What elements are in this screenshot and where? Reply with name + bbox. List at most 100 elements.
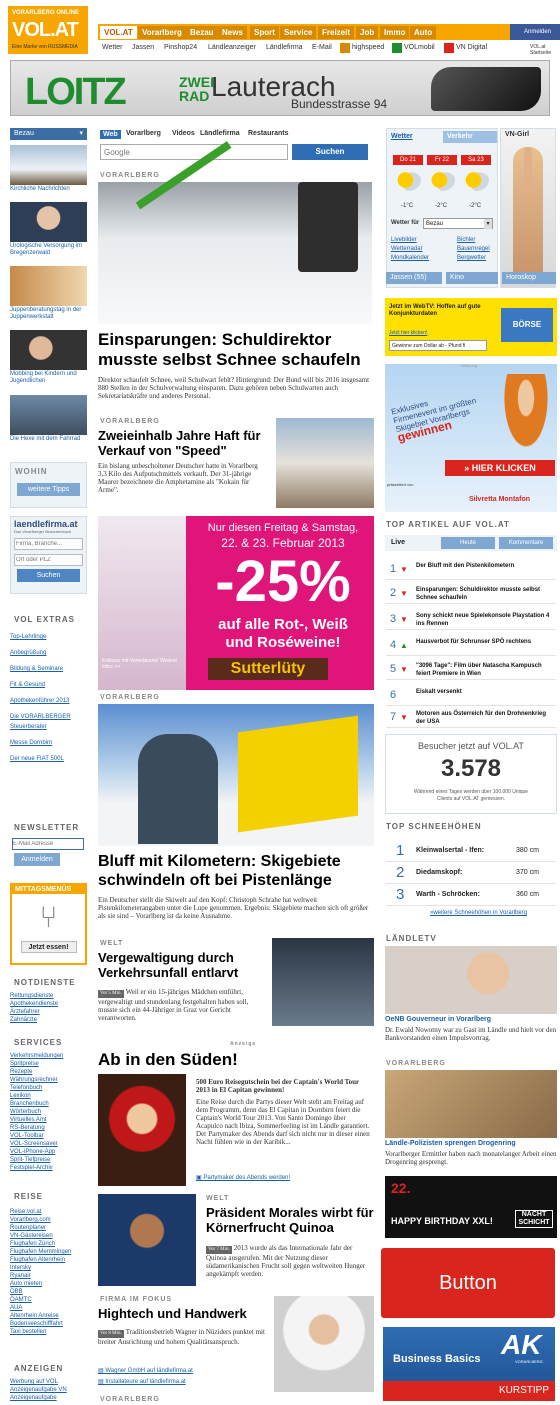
weather-place-select[interactable]: Bezau ▾: [423, 218, 493, 229]
reise-link[interactable]: Flughafen Altenrhein: [10, 1256, 87, 1264]
subnav-email[interactable]: E-Mail: [312, 44, 332, 51]
laendletv-headline[interactable]: OeNB Gouverneur in Vorarlberg: [385, 1016, 491, 1023]
top-article-row[interactable]: 5 ▼ "3096 Tage": Film über Natascha Kampus…: [386, 660, 556, 680]
services-link[interactable]: Währungsrechner: [10, 1076, 87, 1084]
services-link[interactable]: Spritpreise: [10, 1060, 87, 1068]
article-title[interactable]: Ab in den Süden!: [98, 1050, 374, 1069]
services-link[interactable]: VOL-iPhone-App: [10, 1148, 87, 1156]
weather-link[interactable]: Bauernregel: [457, 246, 490, 252]
reise-link[interactable]: Ryanair: [10, 1272, 87, 1280]
notdienste-link[interactable]: Zahnärzte: [10, 1016, 87, 1024]
newsletter-button[interactable]: Anmelden: [14, 853, 60, 866]
services-link[interactable]: Lexikon: [10, 1092, 87, 1100]
reise-link[interactable]: AUA: [10, 1304, 87, 1312]
top-tab-live[interactable]: Live: [391, 539, 405, 546]
article-title[interactable]: Bluff mit Kilometern: Skigebiete schwind…: [98, 852, 378, 890]
article-title[interactable]: Zweieinhalb Jahre Haft für Verkauf von "…: [98, 428, 268, 458]
extras-link[interactable]: Der neue FIAT 500L: [10, 754, 87, 764]
tab-sport[interactable]: Sport: [250, 26, 279, 39]
firma-input[interactable]: [14, 538, 83, 550]
weather-tab[interactable]: Wetter: [387, 131, 413, 143]
top-article-row[interactable]: 3 ▼ Sony schickt neue Spielekonsole Playst…: [386, 610, 556, 630]
reise-link[interactable]: Taxi bestellen: [10, 1328, 87, 1336]
weather-link[interactable]: Livebilder: [391, 237, 417, 243]
drugs-weapons-image[interactable]: [385, 1070, 557, 1138]
tab-freizeit[interactable]: Freizeit: [318, 26, 355, 39]
tab-service[interactable]: Service: [280, 26, 317, 39]
nachtschicht-ad[interactable]: 22. HAPPY BIRTHDAY XXL! NACHT SCHICHT: [385, 1176, 557, 1238]
top-article-row[interactable]: 7 ▼ Motoren aus Österreich für den Drohnen…: [386, 708, 556, 728]
snow-row[interactable]: 2 Diedamskopf: 370 cm: [386, 862, 556, 884]
ort-input[interactable]: [14, 554, 83, 566]
left-thumb[interactable]: Urologische Versorgung im Bregenzerwald: [10, 202, 87, 257]
extras-link[interactable]: Bildung & Seminare: [10, 664, 87, 674]
vol-logo[interactable]: VORARLBERG ONLINE VOL.AT Eine Marke von …: [8, 6, 88, 54]
services-link[interactable]: Virtuelles Amt: [10, 1116, 87, 1124]
left-thumb[interactable]: Juppenberatungstag in der Juppenwerkstat…: [10, 266, 87, 321]
subnav-laendlefirma[interactable]: Ländlefirma: [266, 44, 303, 51]
sutterluety-ad[interactable]: Nur diesen Freitag & Samstag, 22. & 23. …: [98, 516, 374, 690]
reise-link[interactable]: Reise.vol.at: [10, 1208, 87, 1216]
reise-link[interactable]: ÖBB: [10, 1288, 87, 1296]
snow-row[interactable]: 1 Kleinwalsertal - Ifen: 380 cm: [386, 840, 556, 862]
snow-row[interactable]: 3 Warth - Schröcken: 360 cm: [386, 884, 556, 906]
region-select[interactable]: Bezau ▾: [10, 128, 87, 140]
anzeigen-link[interactable]: Anzeigenaufgabe: [10, 1394, 87, 1402]
top-tab-kommentare[interactable]: Kommentare: [499, 537, 553, 549]
services-link[interactable]: Sprit-Tiefpreise: [10, 1156, 87, 1164]
wagner-link[interactable]: ▤ Wagner GmbH auf ländlefirma.at: [98, 1367, 193, 1374]
snow-shovel-image[interactable]: [98, 141, 372, 324]
vbg-headline[interactable]: Ländle-Polizisten sprengen Drogenring: [385, 1140, 516, 1147]
article-title[interactable]: Vergewaltigung durch Verkehrsunfall entl…: [98, 950, 268, 980]
installateure-link[interactable]: ▤ Installateure auf ländlefirma.at: [98, 1378, 186, 1385]
article-title[interactable]: Hightech und Handwerk: [98, 1306, 268, 1321]
subnav-startseite[interactable]: VOL.at Startseite: [530, 44, 560, 56]
services-link[interactable]: Wörterbuch: [10, 1108, 87, 1116]
subnav-highspeed[interactable]: highspeed: [352, 44, 384, 51]
mittagsmenue-box[interactable]: MITTAGSMENÜS ⑂ Jetzt essen!: [10, 883, 87, 965]
cta-button[interactable]: Button: [381, 1248, 555, 1318]
tab-volat[interactable]: VOL.AT: [100, 26, 137, 39]
extras-link[interactable]: Die VORARLBERGER Steuerberater: [10, 712, 87, 732]
article-title[interactable]: Einsparungen: Schuldirektor musste selbs…: [98, 330, 378, 370]
top-tab-heute[interactable]: Heute: [441, 537, 495, 549]
reise-link[interactable]: Altenrhein Anreise: [10, 1312, 87, 1320]
tab-vorarlberg[interactable]: Vorarlberg: [138, 26, 186, 39]
traffic-tab[interactable]: Verkehr: [443, 131, 497, 143]
nowotny-image[interactable]: [385, 946, 557, 1014]
partymaker-link[interactable]: ▣ Partymaker des Abends werden!: [196, 1174, 290, 1181]
reise-link[interactable]: Routenplaner: [10, 1224, 87, 1232]
silvretta-ad[interactable]: Werbung Exklusives Firmenevent im größte…: [385, 363, 557, 512]
left-thumb[interactable]: Kirchliche Nachrichten: [10, 145, 87, 193]
weather-link[interactable]: Bergwetter: [457, 255, 486, 261]
top-article-row[interactable]: 4 ▲ Hausverbot für Schrunser SPÖ rechtens: [386, 636, 556, 656]
reise-link[interactable]: Vorarlberg.com: [10, 1216, 87, 1224]
newsletter-email-input[interactable]: [12, 838, 84, 850]
morales-image[interactable]: [98, 1194, 196, 1286]
weather-link[interactable]: Bichler: [457, 237, 475, 243]
top-article-row[interactable]: 6 Eiskalt versenkt: [386, 686, 556, 706]
top-banner-ad[interactable]: LOITZ ZWEI RAD Lauterach Bundesstrasse 9…: [10, 60, 550, 116]
facebook-login-button[interactable]: Anmelden: [510, 24, 560, 40]
weather-link[interactable]: Mondkalender: [391, 255, 429, 261]
ak-ad[interactable]: AK VORARLBERG Business Basics KURSTIPP: [383, 1327, 555, 1401]
top-article-row[interactable]: 1 ▼ Der Bluff mit den Pistenkilometern: [386, 560, 556, 580]
search-input[interactable]: [100, 144, 288, 160]
search-tab-restaurants[interactable]: Restaurants: [248, 130, 288, 137]
services-link[interactable]: Verkehrsmeldungen: [10, 1052, 87, 1060]
extras-link[interactable]: Anbegrüßung: [10, 648, 87, 658]
subnav-laendleanzeiger[interactable]: Ländleanzeiger: [208, 44, 256, 51]
jassen-button[interactable]: Jassen (55): [386, 272, 442, 284]
services-link[interactable]: Telefonbuch: [10, 1084, 87, 1092]
anzeigen-link[interactable]: Anzeigenaufgabe VN: [10, 1386, 87, 1394]
reise-link[interactable]: Bodenseeschifffahrt: [10, 1320, 87, 1328]
search-button[interactable]: Suchen: [292, 144, 368, 160]
captain-image[interactable]: [98, 1074, 186, 1186]
notdienste-link[interactable]: Rettungsdienste: [10, 992, 87, 1000]
tab-job[interactable]: Job: [356, 26, 379, 39]
subnav-jassen[interactable]: Jassen: [132, 44, 154, 51]
extras-link[interactable]: Apothekenführer 2013: [10, 696, 87, 706]
left-thumb[interactable]: Mobbing bei Kindern und Jugendlichen: [10, 330, 87, 385]
services-link[interactable]: VOL-Toolbar: [10, 1132, 87, 1140]
top-article-row[interactable]: 2 ▼ Einsparungen: Schuldirektor musste sel…: [386, 584, 556, 604]
